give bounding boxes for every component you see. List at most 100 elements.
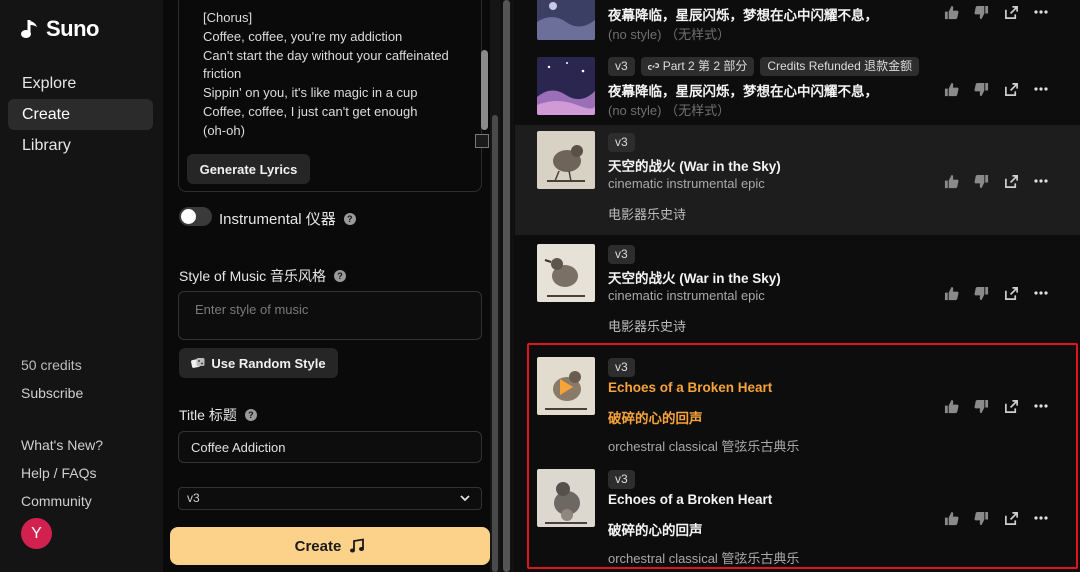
lyrics-scroll-thumb[interactable] [481, 50, 488, 130]
version-tag: v3 [608, 470, 635, 489]
thumbs-up-icon[interactable] [943, 398, 959, 414]
more-icon[interactable] [1033, 81, 1049, 97]
song-cover [537, 357, 595, 415]
thumbs-up-icon[interactable] [943, 4, 959, 20]
credits-count: 50 credits [21, 357, 82, 373]
song-tags: v3 [608, 245, 635, 264]
thumbs-up-icon[interactable] [943, 510, 959, 526]
thumbs-down-icon[interactable] [973, 398, 989, 414]
list-scroll-thumb[interactable] [503, 0, 510, 572]
song-style: cinematic instrumental epic [608, 288, 765, 303]
help-faqs-link[interactable]: Help / FAQs [21, 465, 96, 481]
song-actions [943, 285, 1049, 301]
more-icon[interactable] [1033, 398, 1049, 414]
create-button[interactable]: Create [170, 527, 490, 565]
music-note-icon [350, 538, 365, 553]
chevron-down-icon [460, 495, 470, 502]
style-input[interactable] [178, 291, 482, 340]
song-title[interactable]: Echoes of a Broken Heart [608, 380, 772, 395]
share-icon[interactable] [1003, 4, 1019, 20]
nav-explore[interactable]: Explore [8, 68, 153, 99]
song-title[interactable]: 夜幕降临，星辰闪烁，梦想在心中闪耀不息， [608, 80, 878, 100]
title-label-row: Title 标题 ? [179, 405, 257, 425]
song-title-translation[interactable]: 破碎的心的回声 [608, 407, 703, 427]
suno-logo[interactable]: Suno [20, 16, 100, 42]
resize-handle[interactable] [475, 134, 489, 148]
song-list: 夜幕降临，星辰闪烁，梦想在心中闪耀不息， (no style) （无样式） v3… [500, 0, 1080, 572]
thumbs-up-icon[interactable] [943, 81, 959, 97]
more-icon[interactable] [1033, 4, 1049, 20]
thumbs-down-icon[interactable] [973, 4, 989, 20]
song-title[interactable]: Echoes of a Broken Heart [608, 492, 772, 507]
thumbs-down-icon[interactable] [973, 173, 989, 189]
song-title-translation[interactable]: 破碎的心的回声 [608, 519, 703, 539]
lyrics-textarea[interactable]: [Chorus] Coffee, coffee, you're my addic… [203, 9, 453, 141]
create-form: [Chorus] Coffee, coffee, you're my addic… [163, 0, 500, 572]
song-row[interactable]: v3 Echoes of a Broken Heart 破碎的心的回声 orch… [515, 462, 1080, 570]
more-icon[interactable] [1033, 285, 1049, 301]
song-row-playing[interactable]: v3 Echoes of a Broken Heart 破碎的心的回声 orch… [515, 350, 1080, 458]
more-icon[interactable] [1033, 173, 1049, 189]
help-icon[interactable]: ? [343, 212, 356, 225]
song-style: cinematic instrumental epic [608, 176, 765, 191]
sidebar: Suno Explore Create Library 50 credits S… [0, 0, 163, 572]
song-style: orchestral classical 管弦乐古典乐 [608, 439, 800, 454]
thumbs-down-icon[interactable] [973, 510, 989, 526]
song-tags: v3 [608, 133, 635, 152]
more-icon[interactable] [1033, 510, 1049, 526]
song-row[interactable]: v3 天空的战火 (War in the Sky) cinematic inst… [515, 237, 1080, 343]
song-cover [537, 244, 595, 302]
share-icon[interactable] [1003, 510, 1019, 526]
song-title[interactable]: 天空的战火 (War in the Sky) [608, 155, 781, 175]
share-icon[interactable] [1003, 398, 1019, 414]
thumbs-down-icon[interactable] [973, 285, 989, 301]
avatar[interactable]: Y [21, 518, 52, 549]
part-tag[interactable]: Part 2 第 2 部分 [640, 57, 755, 76]
thumbs-down-icon[interactable] [973, 81, 989, 97]
part-tag-label: Part 2 第 2 部分 [662, 59, 748, 73]
thumbs-up-icon[interactable] [943, 285, 959, 301]
generate-lyrics-button[interactable]: Generate Lyrics [187, 154, 310, 184]
random-style-button[interactable]: Use Random Style [179, 348, 338, 378]
link-icon [647, 63, 659, 70]
song-actions [943, 398, 1049, 414]
nav-create[interactable]: Create [8, 99, 153, 130]
song-cover [537, 57, 595, 115]
song-actions [943, 81, 1049, 97]
instrumental-toggle[interactable] [179, 207, 212, 226]
model-value: v3 [187, 491, 200, 505]
help-icon[interactable]: ? [244, 409, 257, 421]
song-tags: v3 [608, 358, 635, 377]
song-actions [943, 4, 1049, 20]
song-title[interactable]: 天空的战火 (War in the Sky) [608, 267, 781, 287]
song-title[interactable]: 夜幕降临，星辰闪烁，梦想在心中闪耀不息， [608, 4, 878, 24]
song-style: (no style) （无样式） [608, 103, 731, 118]
music-note-icon [21, 20, 37, 38]
form-scrollbar[interactable] [490, 0, 500, 572]
subscribe-link[interactable]: Subscribe [21, 385, 83, 401]
song-actions [943, 510, 1049, 526]
song-tags: v3 Part 2 第 2 部分 Credits Refunded 退款金额 [608, 57, 920, 76]
thumbs-up-icon[interactable] [943, 173, 959, 189]
create-label: Create [294, 537, 342, 555]
share-icon[interactable] [1003, 81, 1019, 97]
song-row[interactable]: v3 Part 2 第 2 部分 Credits Refunded 退款金额 夜… [515, 52, 1080, 120]
version-tag: v3 [608, 133, 635, 152]
song-cover [537, 0, 595, 40]
song-row-selected[interactable]: v3 天空的战火 (War in the Sky) cinematic inst… [515, 125, 1080, 235]
community-link[interactable]: Community [21, 493, 92, 509]
model-select[interactable]: v3 [178, 487, 482, 510]
help-icon[interactable]: ? [334, 270, 347, 282]
generate-lyrics-label: Generate Lyrics [199, 161, 298, 177]
whats-new-link[interactable]: What's New? [21, 437, 103, 453]
share-icon[interactable] [1003, 173, 1019, 189]
instrumental-label-row: Instrumental 仪器 ? [219, 208, 356, 229]
title-input[interactable] [178, 431, 482, 463]
share-icon[interactable] [1003, 285, 1019, 301]
list-scrollbar[interactable] [500, 0, 514, 572]
instrumental-label: Instrumental 仪器 [219, 211, 336, 228]
nav-library[interactable]: Library [8, 130, 153, 161]
song-row[interactable]: 夜幕降临，星辰闪烁，梦想在心中闪耀不息， (no style) （无样式） [515, 0, 1080, 44]
form-scroll-thumb[interactable] [492, 115, 498, 572]
main-nav: Explore Create Library [8, 68, 153, 161]
